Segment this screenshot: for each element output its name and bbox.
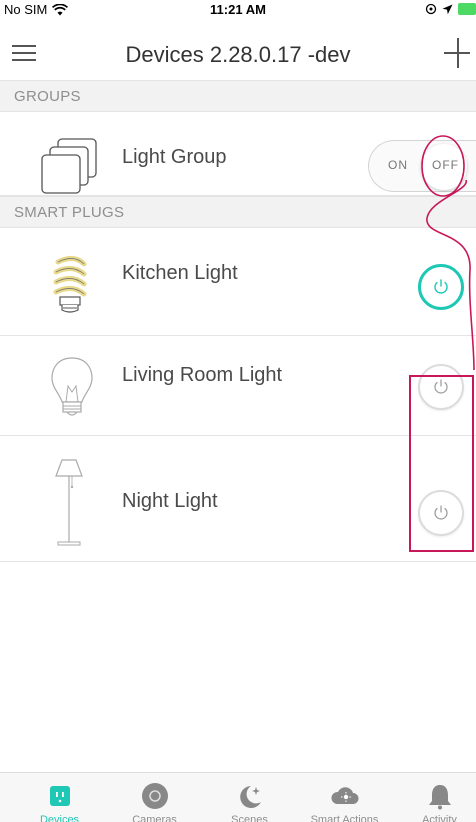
tab-label: Activity — [422, 814, 457, 822]
tab-activity[interactable]: Activity — [392, 773, 476, 822]
page-title: Devices 2.28.0.17 -dev — [125, 42, 351, 67]
cfl-bulb-icon — [53, 256, 87, 313]
device-name: Kitchen Light — [122, 262, 238, 284]
cloud-icon — [330, 787, 358, 804]
device-name: Living Room Light — [122, 364, 283, 386]
power-button-kitchen-light[interactable] — [418, 264, 464, 310]
floor-lamp-icon — [55, 459, 83, 546]
power-icon — [434, 505, 448, 520]
tab-label: Smart Actions — [310, 814, 379, 822]
power-button-living-room-light[interactable] — [418, 364, 464, 410]
device-name: Light Group — [122, 146, 227, 168]
tab-label: Scenes — [231, 814, 268, 822]
status-bar: No SIM 11:21 AM — [0, 0, 476, 20]
power-icon — [434, 379, 448, 394]
plug-icon — [49, 786, 70, 806]
tab-scenes[interactable]: Scenes — [202, 773, 297, 822]
device-row-living-room-light[interactable]: Living Room Light — [0, 336, 476, 436]
plus-icon[interactable] — [440, 36, 476, 70]
toggle-off-label[interactable]: OFF — [432, 158, 459, 172]
light-bulb-icon — [51, 357, 93, 416]
moon-icon — [239, 786, 261, 808]
toggle-on-label[interactable]: ON — [388, 158, 408, 172]
tab-devices[interactable]: Devices — [12, 773, 107, 822]
device-row-light-group[interactable]: Light Group ON OFF — [0, 112, 476, 196]
status-time: 11:21 AM — [210, 2, 266, 17]
rotation-lock-icon — [425, 3, 437, 15]
battery-icon — [458, 3, 476, 15]
nav-bar: Devices 2.28.0.17 -dev — [0, 20, 476, 80]
tab-cameras[interactable]: Cameras — [107, 773, 202, 822]
tab-smart-actions[interactable]: Smart Actions — [297, 773, 392, 822]
section-title: SMART PLUGS — [14, 204, 125, 221]
tab-label: Cameras — [132, 814, 177, 822]
device-row-night-light[interactable]: Night Light — [0, 436, 476, 562]
group-power-toggle[interactable]: ON OFF — [368, 140, 476, 192]
section-header-smart-plugs: SMART PLUGS — [0, 196, 476, 228]
device-name: Night Light — [122, 490, 218, 512]
device-row-kitchen-light[interactable]: Kitchen Light — [0, 236, 476, 336]
tab-bar: Devices Cameras Scenes Smart Actions Act… — [0, 772, 476, 822]
camera-icon — [141, 783, 168, 809]
location-icon — [442, 4, 453, 14]
section-header-groups: GROUPS — [0, 80, 476, 112]
light-group-icon — [41, 138, 97, 194]
tab-label: Devices — [39, 814, 80, 822]
power-icon — [434, 279, 448, 294]
section-title: GROUPS — [14, 88, 81, 105]
power-button-night-light[interactable] — [418, 490, 464, 536]
status-right — [425, 3, 476, 15]
bell-icon — [428, 785, 451, 810]
